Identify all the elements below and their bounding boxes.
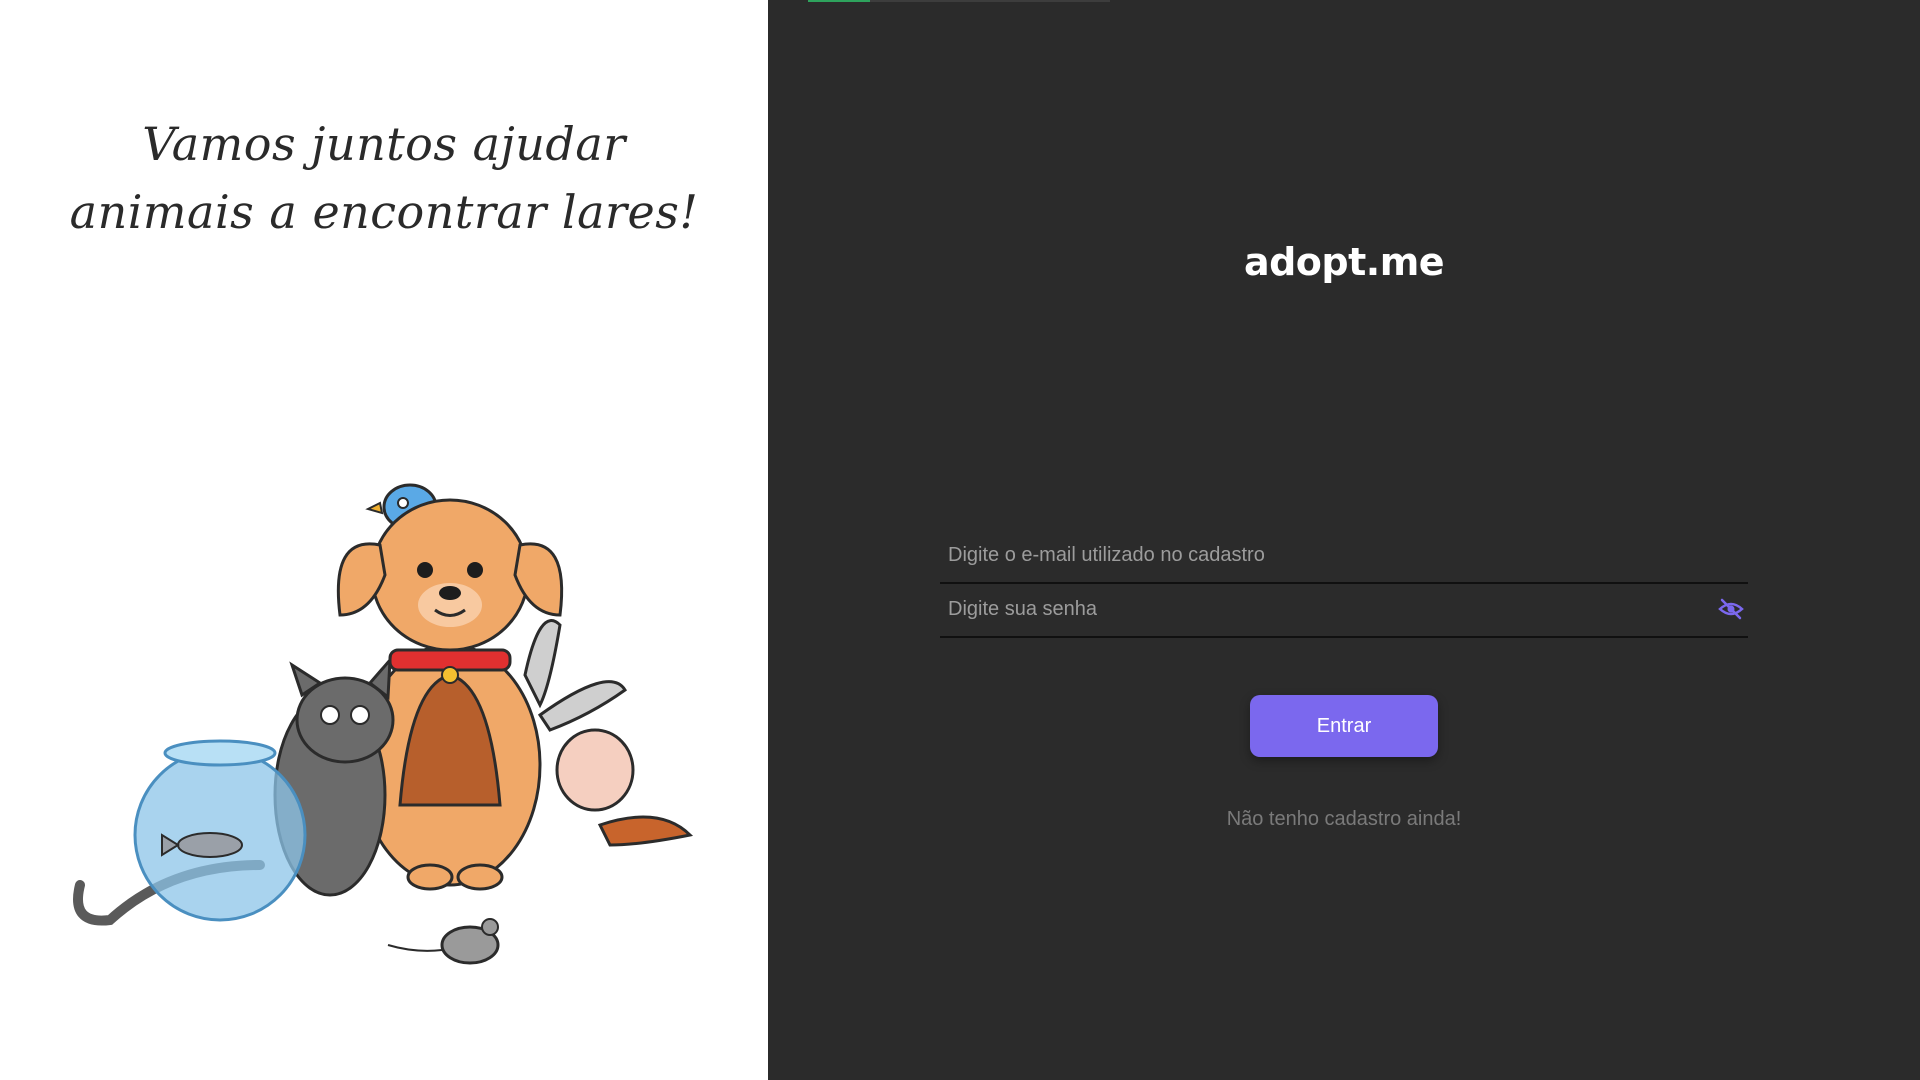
email-input[interactable] [940,530,1716,580]
email-field [940,530,1748,584]
mouse-illustration [387,918,500,965]
loading-bar-fill [808,0,870,2]
login-page: Vamos juntos ajudar animais a encontrar … [0,0,1920,1080]
tagline: Vamos juntos ajudar animais a encontrar … [0,110,768,246]
register-link[interactable]: Não tenho cadastro ainda! [768,808,1920,831]
password-field [940,584,1748,638]
right-panel: adopt.me Entrar Não tenho cadastro ainda… [768,0,1920,1080]
eye-off-icon[interactable] [1718,597,1744,621]
password-input[interactable] [940,584,1716,634]
login-button[interactable]: Entrar [1250,695,1438,757]
brand-logo: adopt.me [1243,240,1445,284]
tagline-line-1: Vamos juntos ajudar [142,117,626,171]
bunny-illustration [523,619,694,847]
pets-illustration [73,483,694,965]
loading-bar [808,0,1110,2]
tagline-line-2: animais a encontrar lares! [69,185,699,239]
left-panel: Vamos juntos ajudar animais a encontrar … [0,0,768,1080]
